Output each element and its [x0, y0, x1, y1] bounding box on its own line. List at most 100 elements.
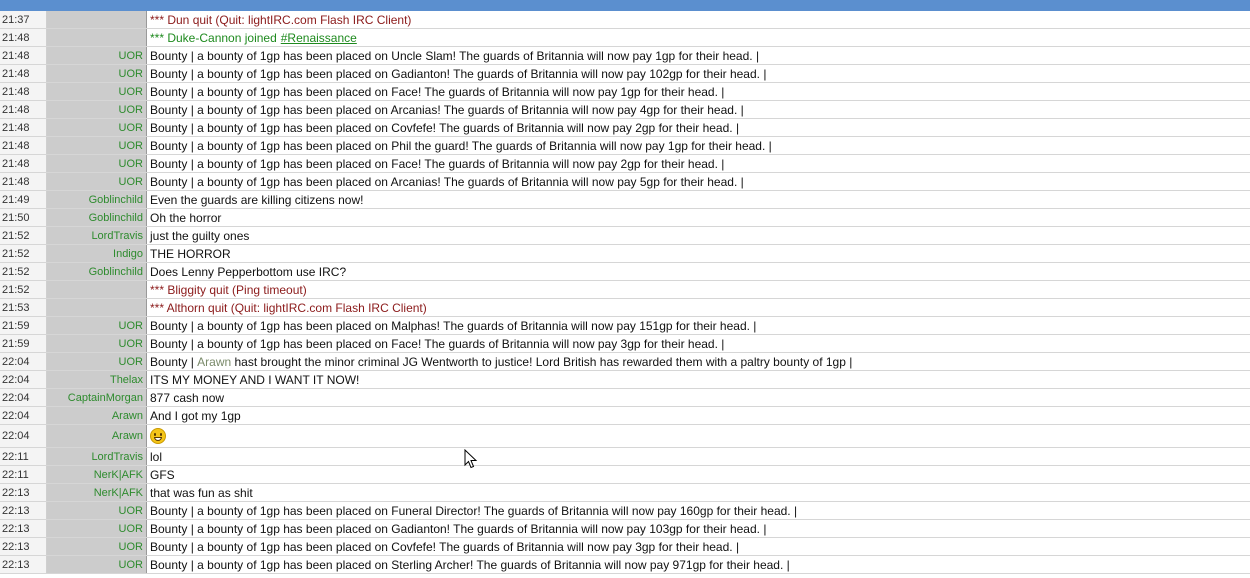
chat-row: 21:52 Indigo THE HORROR — [0, 245, 1250, 263]
chat-row: 22:04 CaptainMorgan 877 cash now — [0, 389, 1250, 407]
message-body: Bounty | a bounty of 1gp has been placed… — [150, 102, 744, 117]
message-text: And I got my 1gp — [147, 407, 1250, 424]
message-body: Bounty | a bounty of 1gp has been placed… — [150, 336, 725, 351]
chat-row: 21:48 UOR Bounty | a bounty of 1gp has bee… — [0, 83, 1250, 101]
timestamp: 21:52 — [0, 245, 47, 262]
message-body: Bounty | a bounty of 1gp has been placed… — [150, 557, 790, 572]
message-text: Bounty | a bounty of 1gp has been placed… — [147, 47, 1250, 64]
timestamp: 21:48 — [0, 173, 47, 190]
nickname[interactable] — [47, 11, 147, 28]
nickname[interactable]: Thelax — [47, 371, 147, 388]
timestamp: 21:52 — [0, 263, 47, 280]
message-body: *** Althorn quit (Quit: lightIRC.com Fla… — [150, 300, 427, 315]
grin-emoji-icon — [150, 428, 166, 444]
nickname[interactable]: LordTravis — [47, 227, 147, 244]
timestamp: 21:48 — [0, 119, 47, 136]
message-body: just the guilty ones — [150, 228, 250, 243]
nickname[interactable]: UOR — [47, 137, 147, 154]
nickname[interactable] — [47, 29, 147, 46]
timestamp: 22:04 — [0, 389, 47, 406]
chat-row: 21:52 Goblinchild Does Lenny Pepperbottom … — [0, 263, 1250, 281]
message-text: GFS — [147, 466, 1250, 483]
nickname[interactable] — [47, 299, 147, 316]
message-text: Bounty | a bounty of 1gp has been placed… — [147, 101, 1250, 118]
message-text: Oh the horror — [147, 209, 1250, 226]
chat-row: 22:04 UOR Bounty | Arawn hast brought the … — [0, 353, 1250, 371]
chat-row: 21:48 *** Duke-Cannon joined #Renaissance — [0, 29, 1250, 47]
message-body: Bounty | a bounty of 1gp has been placed… — [150, 84, 725, 99]
message-text: *** Duke-Cannon joined #Renaissance — [147, 29, 1250, 46]
timestamp: 22:13 — [0, 538, 47, 555]
nickname[interactable]: Arawn — [47, 407, 147, 424]
nickname[interactable] — [47, 281, 147, 298]
message-body: GFS — [150, 467, 175, 482]
nickname[interactable]: UOR — [47, 173, 147, 190]
timestamp: 21:52 — [0, 227, 47, 244]
chat-row: 21:48 UOR Bounty | a bounty of 1gp has bee… — [0, 155, 1250, 173]
timestamp: 21:48 — [0, 47, 47, 64]
nickname[interactable]: NerK|AFK — [47, 466, 147, 483]
message-text: ITS MY MONEY AND I WANT IT NOW! — [147, 371, 1250, 388]
timestamp: 21:48 — [0, 29, 47, 46]
timestamp: 22:13 — [0, 502, 47, 519]
chat-row: 21:37 *** Dun quit (Quit: lightIRC.com Fl… — [0, 11, 1250, 29]
nickname[interactable]: UOR — [47, 47, 147, 64]
chat-row: 21:48 UOR Bounty | a bounty of 1gp has bee… — [0, 101, 1250, 119]
chat-row: 21:59 UOR Bounty | a bounty of 1gp has bee… — [0, 335, 1250, 353]
nickname[interactable]: CaptainMorgan — [47, 389, 147, 406]
chat-log[interactable]: 21:37 *** Dun quit (Quit: lightIRC.com Fl… — [0, 11, 1250, 574]
message-body: Bounty | a bounty of 1gp has been placed… — [150, 156, 725, 171]
nickname[interactable]: UOR — [47, 520, 147, 537]
timestamp: 22:13 — [0, 556, 47, 573]
nickname[interactable]: UOR — [47, 119, 147, 136]
nickname[interactable]: UOR — [47, 353, 147, 370]
message-body: Bounty | a bounty of 1gp has been placed… — [150, 521, 767, 536]
nickname[interactable]: Goblinchild — [47, 263, 147, 280]
message-text: just the guilty ones — [147, 227, 1250, 244]
message-body: Bounty | a bounty of 1gp has been placed… — [150, 503, 798, 518]
message-text: Bounty | a bounty of 1gp has been placed… — [147, 335, 1250, 352]
chat-row: 22:13 UOR Bounty | a bounty of 1gp has bee… — [0, 538, 1250, 556]
nickname[interactable]: UOR — [47, 101, 147, 118]
channel-link[interactable]: #Renaissance — [281, 31, 357, 45]
nickname[interactable]: NerK|AFK — [47, 484, 147, 501]
message-text: Bounty | a bounty of 1gp has been placed… — [147, 173, 1250, 190]
message-text: that was fun as shit — [147, 484, 1250, 501]
nickname[interactable]: UOR — [47, 335, 147, 352]
nickname[interactable]: UOR — [47, 538, 147, 555]
message-text: *** Bliggity quit (Ping timeout) — [147, 281, 1250, 298]
nickname[interactable]: UOR — [47, 65, 147, 82]
message-body: ITS MY MONEY AND I WANT IT NOW! — [150, 372, 360, 387]
timestamp: 21:48 — [0, 155, 47, 172]
chat-row: 21:48 UOR Bounty | a bounty of 1gp has bee… — [0, 173, 1250, 191]
message-text: Bounty | a bounty of 1gp has been placed… — [147, 317, 1250, 334]
timestamp: 21:37 — [0, 11, 47, 28]
timestamp: 21:52 — [0, 281, 47, 298]
message-text: Even the guards are killing citizens now… — [147, 191, 1250, 208]
chat-row: 22:11 LordTravis lol — [0, 448, 1250, 466]
message-text: Bounty | a bounty of 1gp has been placed… — [147, 83, 1250, 100]
message-text: Bounty | a bounty of 1gp has been placed… — [147, 119, 1250, 136]
message-body: Bounty | a bounty of 1gp has been placed… — [150, 539, 740, 554]
nickname[interactable]: UOR — [47, 502, 147, 519]
message-text: Does Lenny Pepperbottom use IRC? — [147, 263, 1250, 280]
chat-row: 21:52 *** Bliggity quit (Ping timeout) — [0, 281, 1250, 299]
message-text: Bounty | a bounty of 1gp has been placed… — [147, 137, 1250, 154]
nickname[interactable]: UOR — [47, 155, 147, 172]
nickname[interactable]: Goblinchild — [47, 191, 147, 208]
message-body: *** Bliggity quit (Ping timeout) — [150, 282, 307, 297]
nickname[interactable]: Indigo — [47, 245, 147, 262]
message-body: Does Lenny Pepperbottom use IRC? — [150, 264, 347, 279]
nickname[interactable]: LordTravis — [47, 448, 147, 465]
chat-row: 21:59 UOR Bounty | a bounty of 1gp has bee… — [0, 317, 1250, 335]
nickname[interactable]: Goblinchild — [47, 209, 147, 226]
nickname[interactable]: UOR — [47, 556, 147, 573]
nickname[interactable]: Arawn — [47, 425, 147, 447]
highlighted-nick[interactable]: Arawn — [197, 355, 231, 369]
nickname[interactable]: UOR — [47, 317, 147, 334]
message-body: THE HORROR — [150, 246, 231, 261]
nickname[interactable]: UOR — [47, 83, 147, 100]
timestamp: 21:50 — [0, 209, 47, 226]
message-body: that was fun as shit — [150, 485, 253, 500]
message-text: Bounty | a bounty of 1gp has been placed… — [147, 538, 1250, 555]
